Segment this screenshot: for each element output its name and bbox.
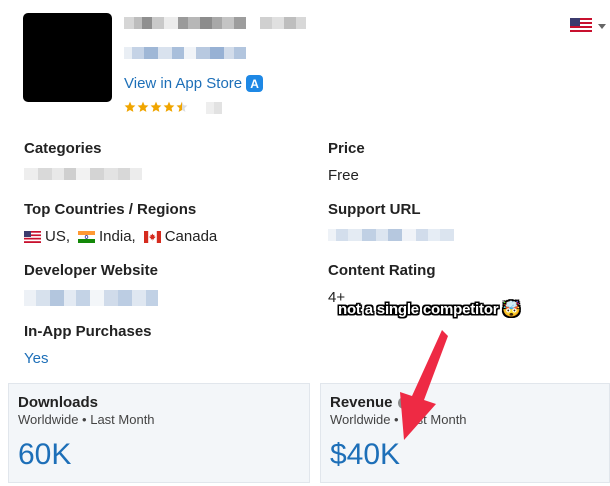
us-flag-icon[interactable] [570,18,592,34]
developer-website-redacted[interactable] [24,290,158,306]
country-india: India, [78,228,136,245]
country-us: US, [24,228,70,245]
region-dropdown-caret-icon[interactable] [598,24,606,29]
revenue-card-subtitle: Worldwide • Last Month [330,412,467,427]
star-icon [137,101,149,112]
app-store-icon: A [246,75,264,92]
developer-name-redacted [124,47,246,59]
country-canada: Canada [143,228,218,245]
top-countries-list: US, India, Canada [24,228,225,245]
app-title-redacted [124,17,306,29]
top-countries-label: Top Countries / Regions [24,201,197,218]
country-name: India, [99,228,136,245]
us-flag-icon [24,230,41,243]
price-value: Free [328,167,359,184]
star-half-icon [176,101,188,112]
content-rating-label: Content Rating [328,262,436,279]
iap-value[interactable]: Yes [24,350,48,367]
revenue-card-title: Revenue i [330,394,410,411]
developer-website-label: Developer Website [24,262,158,279]
rating-count-redacted [206,102,222,114]
star-icon [150,101,162,112]
categories-label: Categories [24,140,102,157]
downloads-card-subtitle: Worldwide • Last Month [18,412,155,427]
annotation-caption: not a single competitor 🤯 [338,301,521,318]
info-icon[interactable]: i [397,396,410,409]
rating-stars [124,101,188,113]
india-flag-icon [78,230,96,243]
downloads-card-title: Downloads [18,394,98,411]
support-url-label: Support URL [328,201,421,218]
star-icon [163,101,175,112]
downloads-value: 60K [18,438,72,471]
country-name: Canada [164,228,218,245]
star-icon [124,101,136,112]
downloads-card: Downloads Worldwide • Last Month 60K [8,383,310,483]
downloads-title-text: Downloads [18,394,99,411]
app-icon [23,13,112,102]
view-in-app-store-link[interactable]: View in App Store A [124,75,264,92]
revenue-value: $40K [330,438,401,471]
support-url-redacted[interactable] [328,229,454,241]
revenue-title-text: Revenue [330,394,393,411]
iap-label: In-App Purchases [24,323,152,340]
store-link-label: View in App Store [124,75,243,92]
canada-flag-icon [143,230,161,243]
revenue-card: Revenue i Worldwide • Last Month $40K [320,383,610,483]
categories-value-redacted [24,168,142,180]
price-label: Price [328,140,365,157]
country-name: US, [45,228,71,245]
